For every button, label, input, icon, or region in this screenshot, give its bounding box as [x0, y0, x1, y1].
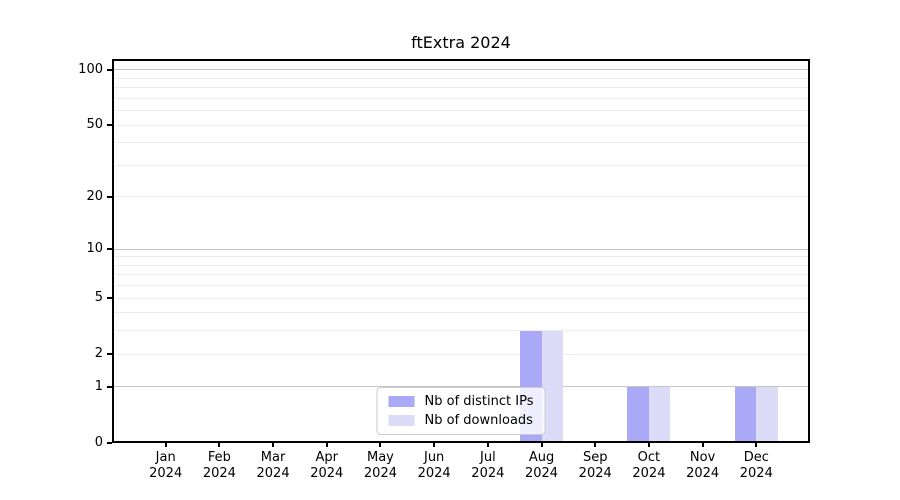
x-tick-month: Dec [716, 450, 796, 466]
bar-distinct-ips-oct [627, 387, 649, 443]
gridline-y-90 [112, 78, 810, 79]
y-tick-5 [107, 297, 112, 299]
x-tick-aug [541, 443, 543, 447]
y-tick-label-5: 5 [0, 290, 103, 306]
y-tick-label-1: 1 [0, 379, 103, 395]
y-tick-label-2: 2 [0, 346, 103, 362]
x-tick-jan [165, 443, 167, 447]
y-tick-1 [107, 386, 112, 388]
x-tick-jun [433, 443, 435, 447]
gridline-y-40 [112, 142, 810, 143]
x-tick-year: 2024 [716, 466, 796, 482]
y-tick-10 [107, 248, 112, 250]
y-tick-label-50: 50 [0, 117, 103, 133]
plot-area: Nb of distinct IPs Nb of downloads [112, 59, 810, 443]
y-tick-20 [107, 196, 112, 198]
gridline-y-60 [112, 110, 810, 111]
plot-frame [112, 59, 810, 443]
legend-item-distinct-ips: Nb of distinct IPs [389, 394, 534, 409]
legend-item-downloads: Nb of downloads [389, 413, 534, 428]
gridline-y-100 [112, 69, 810, 70]
y-tick-0 [107, 442, 112, 444]
gridline-y-8 [112, 265, 810, 266]
x-tick-sep [594, 443, 596, 447]
bar-distinct-ips-dec [735, 387, 757, 443]
gridline-y-7 [112, 274, 810, 275]
x-tick-feb [218, 443, 220, 447]
bar-downloads-oct [649, 387, 671, 443]
gridline-y-2 [112, 354, 810, 355]
y-tick-50 [107, 124, 112, 126]
gridline-y-3 [112, 330, 810, 331]
gridline-y-9 [112, 256, 810, 257]
legend: Nb of distinct IPs Nb of downloads [377, 387, 546, 435]
legend-swatch-downloads [389, 415, 415, 426]
x-tick-apr [326, 443, 328, 447]
y-tick-label-10: 10 [0, 241, 103, 257]
y-tick-2 [107, 353, 112, 355]
gridline-y-30 [112, 165, 810, 166]
gridline-y-5 [112, 298, 810, 299]
legend-swatch-distinct-ips [389, 396, 415, 407]
y-tick-label-0: 0 [0, 435, 103, 451]
x-tick-mar [272, 443, 274, 447]
x-tick-jul [487, 443, 489, 447]
gridline-y-80 [112, 87, 810, 88]
gridline-y-20 [112, 196, 810, 197]
gridline-y-4 [112, 312, 810, 313]
chart-canvas: ftExtra 2024 Nb of distinct IPs Nb of do… [0, 0, 900, 500]
gridline-y-50 [112, 125, 810, 126]
x-tick-may [379, 443, 381, 447]
gridline-y-6 [112, 285, 810, 286]
gridline-y-10 [112, 249, 810, 250]
x-tick-label-dec: Dec2024 [716, 450, 796, 482]
y-tick-100 [107, 69, 112, 71]
chart-title: ftExtra 2024 [112, 33, 810, 52]
y-tick-label-20: 20 [0, 189, 103, 205]
x-tick-oct [648, 443, 650, 447]
y-tick-label-100: 100 [0, 62, 103, 78]
bar-downloads-dec [756, 387, 778, 443]
gridline-y-70 [112, 98, 810, 99]
x-tick-nov [702, 443, 704, 447]
legend-label-distinct-ips: Nb of distinct IPs [425, 394, 534, 409]
x-tick-dec [755, 443, 757, 447]
legend-label-downloads: Nb of downloads [425, 413, 533, 428]
